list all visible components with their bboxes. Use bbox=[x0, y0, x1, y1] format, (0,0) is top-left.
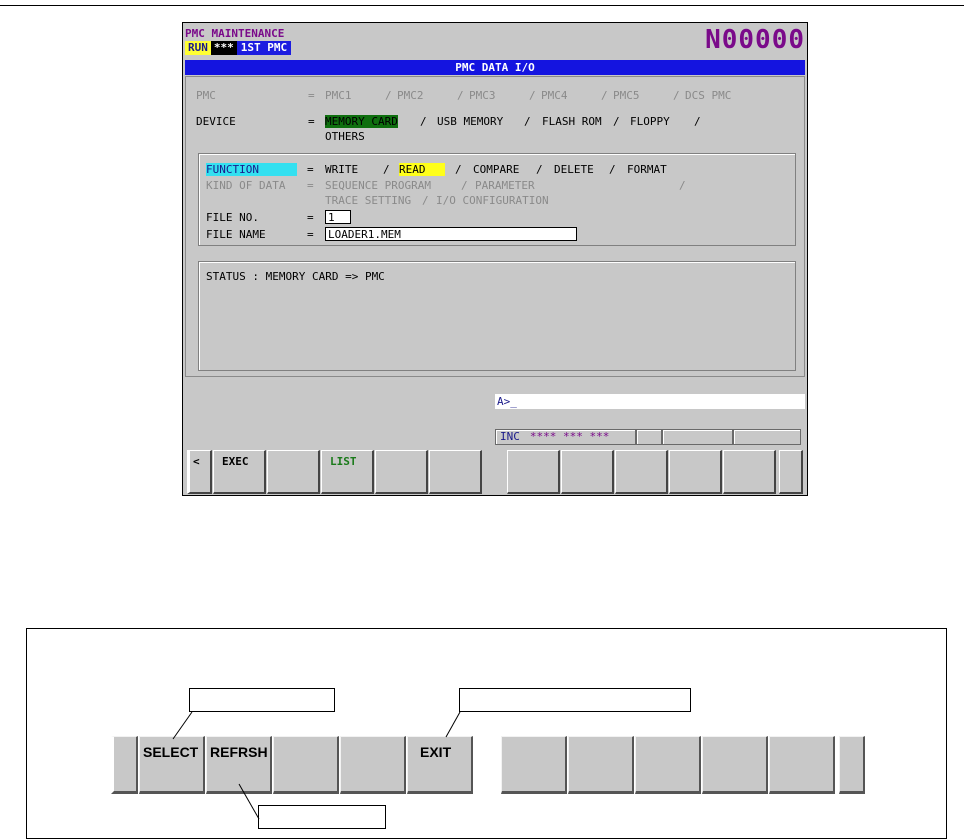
leader-refresh bbox=[238, 783, 260, 820]
pmc-sep-1: / bbox=[385, 89, 392, 102]
data-io-panel: PMC = PMC1 / PMC2 / PMC3 / PMC4 / PMC5 /… bbox=[185, 76, 805, 377]
pmc-label: PMC bbox=[196, 89, 216, 102]
leader-select bbox=[172, 711, 193, 740]
function-box: FUNCTION = WRITE / READ / COMPARE / DELE… bbox=[198, 153, 796, 246]
status-indicators: RUN *** 1ST PMC bbox=[185, 41, 292, 55]
device-option-floppy[interactable]: FLOPPY bbox=[630, 115, 670, 128]
softkey-prev[interactable]: < bbox=[187, 450, 212, 494]
function-equals: = bbox=[307, 163, 314, 176]
pmc-option-6[interactable]: DCS PMC bbox=[685, 89, 731, 102]
pmc-sep-5: / bbox=[673, 89, 680, 102]
leader-exit bbox=[445, 711, 461, 738]
softkey-8[interactable] bbox=[615, 450, 668, 494]
softkey-10[interactable] bbox=[723, 450, 776, 494]
softkey-list[interactable]: LIST bbox=[321, 450, 374, 494]
function-option-read[interactable]: READ bbox=[399, 163, 445, 176]
status-mode-cell: INC **** *** *** bbox=[495, 429, 636, 445]
softkey-9[interactable] bbox=[669, 450, 722, 494]
pmc-name: 1ST PMC bbox=[236, 41, 292, 55]
kind-option-trace-setting[interactable]: TRACE SETTING bbox=[325, 194, 411, 207]
device-option-usb-memory[interactable]: USB MEMORY bbox=[437, 115, 503, 128]
page-top-rule bbox=[0, 5, 964, 6]
kind-sep-3: / bbox=[422, 194, 429, 207]
key-input-line[interactable]: A>_ bbox=[495, 394, 805, 409]
status-indicators-text: **** *** *** bbox=[529, 430, 610, 443]
device-equals: = bbox=[308, 115, 315, 128]
kind-option-sequence-program[interactable]: SEQUENCE PROGRAM bbox=[325, 179, 431, 192]
status-message: STATUS : MEMORY CARD => PMC bbox=[206, 270, 385, 283]
softkey-5[interactable] bbox=[429, 450, 482, 494]
pmc-option-1[interactable]: PMC1 bbox=[325, 89, 352, 102]
run-status: RUN bbox=[185, 41, 211, 55]
mode-title: PMC MAINTENANCE bbox=[185, 27, 285, 40]
softkey-figure: SELECT REFRSH EXIT bbox=[26, 628, 947, 839]
function-sep-2: / bbox=[455, 163, 462, 176]
screen-title: PMC DATA I/O bbox=[185, 60, 805, 75]
kind-sep-1: / bbox=[461, 179, 468, 192]
alarm-status: *** bbox=[210, 41, 237, 55]
status-cell-2 bbox=[636, 429, 662, 445]
status-cell-4 bbox=[733, 429, 801, 445]
device-option-others[interactable]: OTHERS bbox=[325, 130, 365, 143]
file-name-equals: = bbox=[307, 228, 314, 241]
softkey-7[interactable] bbox=[561, 450, 614, 494]
status-box: STATUS : MEMORY CARD => PMC bbox=[198, 261, 796, 371]
function-option-format[interactable]: FORMAT bbox=[627, 163, 667, 176]
device-sep-3: / bbox=[613, 115, 620, 128]
function-sep-1: / bbox=[383, 163, 390, 176]
device-sep-2: / bbox=[524, 115, 531, 128]
cnc-screen: PMC MAINTENANCE RUN *** 1ST PMC N00000 P… bbox=[182, 22, 808, 496]
function-label[interactable]: FUNCTION bbox=[206, 163, 297, 176]
pmc-sep-3: / bbox=[529, 89, 536, 102]
cnc-status-bar: INC **** *** *** bbox=[495, 429, 801, 445]
softkey-next[interactable] bbox=[779, 450, 803, 494]
pmc-option-4[interactable]: PMC4 bbox=[541, 89, 568, 102]
kind-of-data-equals: = bbox=[307, 179, 314, 192]
softkey-6[interactable] bbox=[507, 450, 560, 494]
kind-of-data-label: KIND OF DATA bbox=[206, 179, 286, 192]
function-option-compare[interactable]: COMPARE bbox=[473, 163, 519, 176]
sequence-number: N00000 bbox=[705, 25, 805, 55]
file-no-label: FILE NO. bbox=[206, 211, 259, 224]
softkey-exec[interactable]: EXEC bbox=[213, 450, 266, 494]
pmc-equals: = bbox=[308, 89, 315, 102]
pmc-option-2[interactable]: PMC2 bbox=[397, 89, 424, 102]
pmc-option-3[interactable]: PMC3 bbox=[469, 89, 496, 102]
file-no-equals: = bbox=[307, 211, 314, 224]
device-option-flash-rom[interactable]: FLASH ROM bbox=[542, 115, 602, 128]
function-option-delete[interactable]: DELETE bbox=[554, 163, 594, 176]
function-option-write[interactable]: WRITE bbox=[325, 163, 358, 176]
file-name-label: FILE NAME bbox=[206, 228, 266, 241]
file-name-input[interactable]: LOADER1.MEM bbox=[325, 227, 577, 241]
device-sep-1: / bbox=[420, 115, 427, 128]
callout-leaders bbox=[172, 711, 461, 820]
status-cell-3 bbox=[662, 429, 733, 445]
device-option-memory-card[interactable]: MEMORY CARD bbox=[325, 115, 398, 128]
function-sep-4: / bbox=[609, 163, 616, 176]
softkey-4[interactable] bbox=[375, 450, 428, 494]
kind-option-io-configuration[interactable]: I/O CONFIGURATION bbox=[436, 194, 549, 207]
kind-sep-2: / bbox=[679, 179, 686, 192]
pmc-sep-2: / bbox=[457, 89, 464, 102]
softkey-2[interactable] bbox=[267, 450, 320, 494]
kind-option-parameter[interactable]: PARAMETER bbox=[475, 179, 535, 192]
pmc-sep-4: / bbox=[601, 89, 608, 102]
device-label: DEVICE bbox=[196, 115, 236, 128]
status-mode: INC bbox=[500, 430, 520, 443]
device-sep-4: / bbox=[694, 115, 701, 128]
file-no-input[interactable]: 1 bbox=[325, 210, 351, 224]
pmc-option-5[interactable]: PMC5 bbox=[613, 89, 640, 102]
function-sep-3: / bbox=[536, 163, 543, 176]
